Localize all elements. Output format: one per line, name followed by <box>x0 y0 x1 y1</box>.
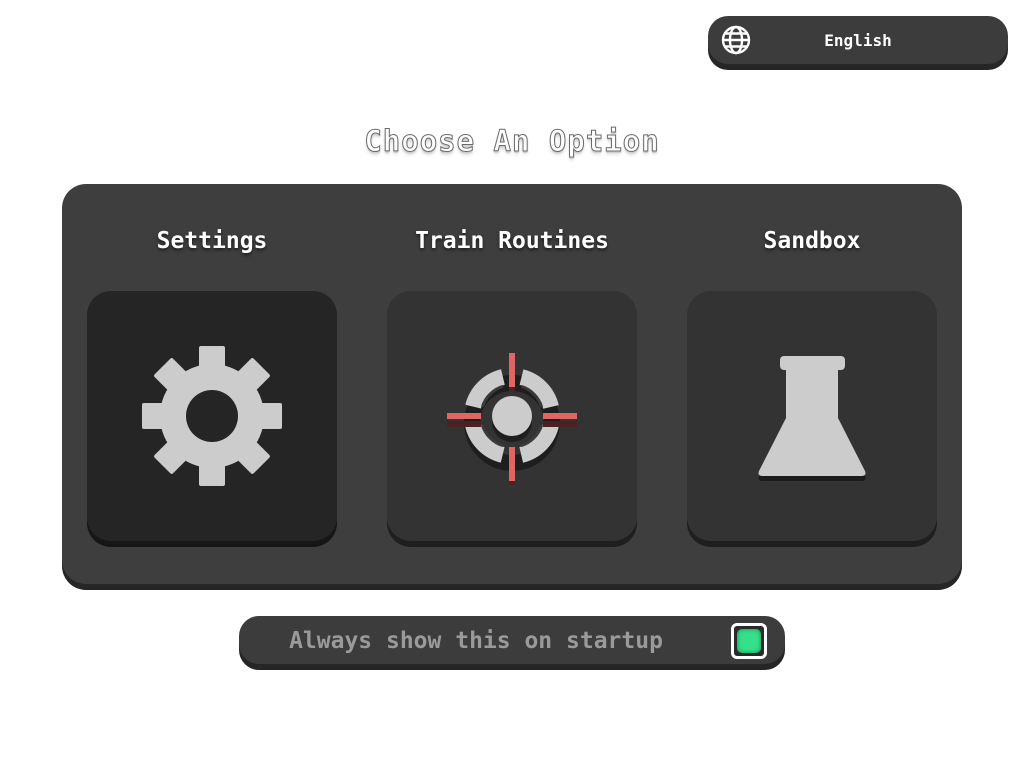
option-sandbox-title: Sandbox <box>763 228 861 254</box>
option-sandbox-tile[interactable] <box>687 291 937 541</box>
startup-toggle-bar: Always show this on startup <box>239 616 785 664</box>
option-settings[interactable]: Settings <box>87 184 337 564</box>
option-settings-title: Settings <box>156 228 268 254</box>
option-sandbox[interactable]: Sandbox <box>687 184 937 564</box>
option-train-routines[interactable]: Train Routines <box>387 184 637 564</box>
page-title: Choose An Option <box>364 124 660 159</box>
startup-checkbox[interactable] <box>731 623 767 659</box>
option-train-routines-tile[interactable] <box>387 291 637 541</box>
language-label: English <box>824 31 892 50</box>
option-chooser-screen: English Choose An Option Settings Train … <box>0 0 1024 768</box>
checkbox-checked-indicator <box>737 629 761 653</box>
language-selector[interactable]: English <box>708 16 1008 64</box>
options-panel: Settings Train Routines Sandbox <box>62 184 962 584</box>
startup-label: Always show this on startup <box>289 628 663 654</box>
option-train-routines-title: Train Routines <box>415 228 609 254</box>
globe-icon <box>720 24 752 56</box>
option-settings-tile[interactable] <box>87 291 337 541</box>
